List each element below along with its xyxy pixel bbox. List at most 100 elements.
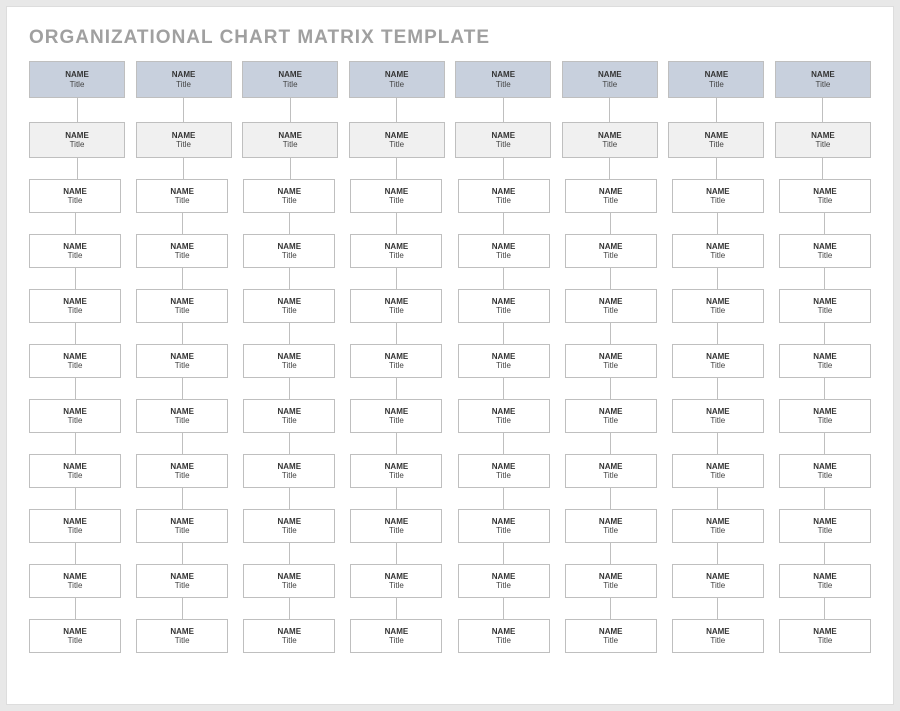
org-cell-title: Title (818, 581, 833, 590)
org-cell-name: NAME (599, 297, 623, 306)
org-cell: NAMETitle (349, 122, 445, 158)
org-cell-name: NAME (278, 131, 302, 140)
connector-line (717, 598, 718, 619)
org-column: NAMETitle (136, 454, 228, 509)
org-cell-name: NAME (170, 187, 194, 196)
org-cell: NAMETitle (136, 289, 228, 323)
org-cell-title: Title (816, 140, 831, 149)
org-cell-name: NAME (599, 627, 623, 636)
connector-line (824, 323, 825, 344)
org-cell: NAMETitle (29, 344, 121, 378)
org-cell-title: Title (496, 526, 511, 535)
org-cell-name: NAME (492, 572, 516, 581)
org-column: NAMETitle (29, 344, 121, 399)
org-cell: NAMETitle (350, 179, 442, 213)
org-cell: NAMETitle (672, 289, 764, 323)
org-column: NAMETitle (136, 619, 228, 653)
org-cell-name: NAME (599, 352, 623, 361)
connector-line (717, 543, 718, 564)
org-cell: NAMETitle (458, 509, 550, 543)
org-cell: NAMETitle (565, 234, 657, 268)
org-column: NAMETitle (136, 289, 228, 344)
org-cell-title: Title (710, 526, 725, 535)
org-column: NAMETitle (458, 564, 550, 619)
org-cell-name: NAME (492, 242, 516, 251)
org-cell-title: Title (175, 196, 190, 205)
connector-line (822, 98, 823, 122)
org-cell-name: NAME (385, 352, 409, 361)
org-cell-title: Title (602, 80, 617, 89)
connector-line (824, 378, 825, 399)
org-cell: NAMETitle (455, 61, 551, 98)
org-column: NAMETitle (29, 399, 121, 454)
connector-line (396, 268, 397, 289)
org-cell-name: NAME (385, 407, 409, 416)
org-column: NAMETitle (349, 122, 445, 179)
org-cell-title: Title (603, 306, 618, 315)
connector-line (183, 158, 184, 179)
org-cell-name: NAME (492, 407, 516, 416)
org-cell-name: NAME (172, 131, 196, 140)
org-cell: NAMETitle (565, 179, 657, 213)
connector-line (610, 433, 611, 454)
org-cell-name: NAME (278, 70, 302, 79)
org-column: NAMETitle (455, 122, 551, 179)
org-cell-name: NAME (492, 352, 516, 361)
org-column: NAMETitle (672, 454, 764, 509)
org-column: NAMETitle (672, 399, 764, 454)
org-cell-title: Title (710, 581, 725, 590)
org-column: NAMETitle (672, 234, 764, 289)
connector-line (182, 213, 183, 234)
org-cell-name: NAME (63, 407, 87, 416)
org-row: NAMETitle NAMETitle NAMETitle NAMETitle NAME… (29, 619, 871, 653)
org-cell-name: NAME (278, 242, 302, 251)
org-column: NAMETitle (243, 619, 335, 653)
org-cell-name: NAME (278, 352, 302, 361)
org-cell: NAMETitle (243, 344, 335, 378)
org-column: NAMETitle (455, 61, 551, 122)
org-cell-name: NAME (170, 242, 194, 251)
org-cell-name: NAME (813, 627, 837, 636)
org-column: NAMETitle (779, 289, 871, 344)
org-cell-name: NAME (63, 187, 87, 196)
org-cell-name: NAME (278, 407, 302, 416)
org-cell: NAMETitle (672, 179, 764, 213)
org-cell: NAMETitle (136, 399, 228, 433)
org-cell-name: NAME (705, 70, 729, 79)
org-column: NAMETitle (565, 344, 657, 399)
org-cell: NAMETitle (565, 289, 657, 323)
org-cell-name: NAME (278, 187, 302, 196)
org-cell-name: NAME (385, 187, 409, 196)
org-cell-title: Title (175, 416, 190, 425)
org-cell-title: Title (389, 140, 404, 149)
connector-line (610, 213, 611, 234)
org-cell-name: NAME (599, 517, 623, 526)
org-cell-title: Title (603, 471, 618, 480)
org-cell-name: NAME (706, 407, 730, 416)
connector-line (609, 158, 610, 179)
org-column: NAMETitle (243, 564, 335, 619)
org-column: NAMETitle (779, 344, 871, 399)
org-cell-name: NAME (491, 131, 515, 140)
connector-line (503, 268, 504, 289)
org-cell-title: Title (389, 526, 404, 535)
org-cell: NAMETitle (350, 509, 442, 543)
org-cell-title: Title (282, 361, 297, 370)
org-cell-name: NAME (813, 242, 837, 251)
org-cell-name: NAME (491, 70, 515, 79)
org-column: NAMETitle (350, 619, 442, 653)
org-cell-name: NAME (385, 242, 409, 251)
org-cell: NAMETitle (672, 619, 764, 653)
connector-line (503, 323, 504, 344)
org-cell-name: NAME (598, 131, 622, 140)
org-cell: NAMETitle (349, 61, 445, 98)
org-column: NAMETitle (565, 399, 657, 454)
org-cell-name: NAME (172, 70, 196, 79)
org-cell-title: Title (68, 361, 83, 370)
org-cell: NAMETitle (136, 619, 228, 653)
org-cell-name: NAME (599, 407, 623, 416)
org-cell: NAMETitle (775, 61, 871, 98)
org-column: NAMETitle (350, 344, 442, 399)
org-column: NAMETitle (779, 179, 871, 234)
org-column: NAMETitle (350, 179, 442, 234)
